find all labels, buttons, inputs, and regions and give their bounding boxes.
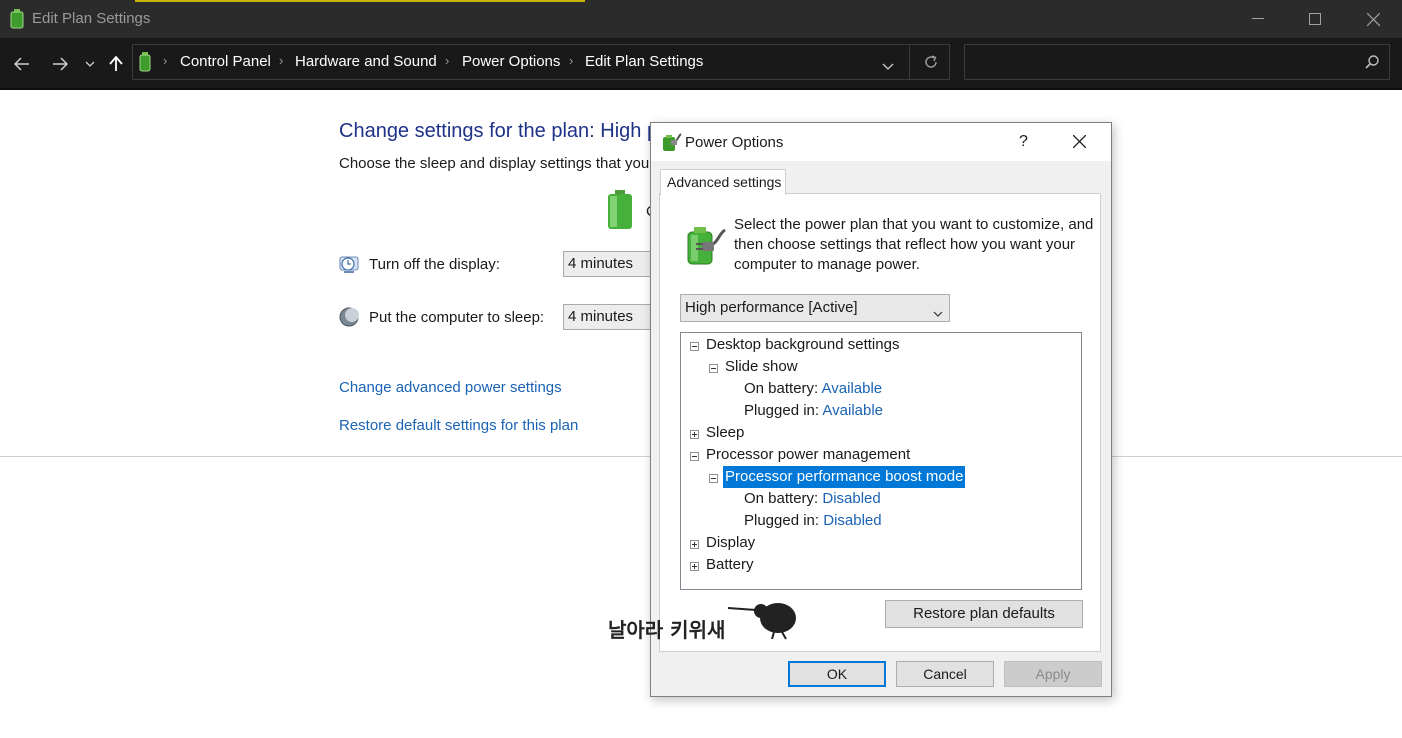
tree-item-slide-show[interactable]: Slide show bbox=[725, 356, 798, 378]
battery-icon bbox=[139, 52, 151, 77]
setting-value[interactable]: Available bbox=[822, 402, 883, 419]
maximize-icon bbox=[1309, 13, 1321, 25]
power-plug-icon bbox=[682, 224, 726, 271]
setting-value[interactable]: Available bbox=[822, 380, 883, 397]
recent-locations-button[interactable] bbox=[78, 51, 102, 77]
minimize-button[interactable] bbox=[1235, 0, 1281, 38]
collapse-icon[interactable] bbox=[709, 474, 718, 483]
nav-divider bbox=[0, 88, 1402, 90]
power-plug-icon bbox=[660, 132, 682, 157]
back-button[interactable] bbox=[9, 51, 35, 77]
close-icon bbox=[1072, 134, 1087, 149]
expand-icon[interactable] bbox=[690, 430, 699, 439]
breadcrumb-separator: › bbox=[163, 53, 168, 68]
collapse-icon[interactable] bbox=[690, 452, 699, 461]
setting-label: On battery: bbox=[744, 380, 819, 397]
chevron-down-icon bbox=[882, 63, 894, 70]
chevron-down-icon bbox=[933, 304, 943, 321]
breadcrumb-separator: › bbox=[445, 53, 450, 68]
refresh-icon bbox=[925, 55, 937, 68]
title-bar: Edit Plan Settings bbox=[0, 0, 1402, 38]
dialog-intro-text: Select the power plan that you want to c… bbox=[734, 216, 1094, 273]
tree-item-plugged-in[interactable]: Plugged in: Available bbox=[744, 400, 883, 422]
ok-button[interactable]: OK bbox=[788, 661, 886, 687]
close-button[interactable] bbox=[1350, 0, 1396, 38]
turn-off-display-select[interactable]: 4 minutes bbox=[563, 251, 663, 277]
window-title: Edit Plan Settings bbox=[32, 10, 151, 27]
setting-label: Plugged in: bbox=[744, 512, 820, 529]
change-advanced-power-settings-link[interactable]: Change advanced power settings bbox=[339, 379, 562, 396]
kiwi-bird-icon bbox=[726, 596, 798, 645]
tree-item-desktop-background[interactable]: Desktop background settings bbox=[706, 334, 899, 356]
address-divider bbox=[909, 45, 910, 79]
power-plan-select[interactable]: High performance [Active] bbox=[680, 294, 950, 322]
page-title: Change settings for the plan: High p bbox=[339, 120, 659, 142]
apply-button[interactable]: Apply bbox=[1004, 661, 1102, 687]
watermark: 날아라 키위새 bbox=[608, 596, 798, 642]
tree-item-on-battery[interactable]: On battery: Disabled bbox=[744, 488, 881, 510]
collapse-icon[interactable] bbox=[709, 364, 718, 373]
tree-item-battery[interactable]: Battery bbox=[706, 554, 754, 576]
expand-icon[interactable] bbox=[690, 540, 699, 549]
dialog-title: Power Options bbox=[685, 134, 784, 151]
restore-default-settings-link[interactable]: Restore default settings for this plan bbox=[339, 417, 578, 434]
tree-item-processor-performance-boost-mode[interactable]: Processor performance boost mode bbox=[721, 465, 967, 489]
display-clock-icon bbox=[339, 254, 359, 279]
forward-button[interactable] bbox=[47, 51, 73, 77]
tab-advanced-settings[interactable]: Advanced settings bbox=[660, 169, 786, 195]
forward-arrow-icon bbox=[53, 57, 68, 71]
sleep-label: Put the computer to sleep: bbox=[369, 309, 545, 326]
setting-label: On battery: bbox=[744, 490, 819, 507]
advanced-settings-panel: Select the power plan that you want to c… bbox=[659, 193, 1101, 652]
address-bar[interactable]: › Control Panel › Hardware and Sound › P… bbox=[132, 44, 950, 80]
page-subtitle: Choose the sleep and display settings th… bbox=[339, 155, 661, 172]
sleep-select[interactable]: 4 minutes bbox=[563, 304, 663, 330]
breadcrumb-separator: › bbox=[279, 53, 284, 68]
breadcrumb-hardware-and-sound[interactable]: Hardware and Sound bbox=[295, 53, 437, 70]
breadcrumb-separator: › bbox=[569, 53, 574, 68]
tree-item-processor-power-management[interactable]: Processor power management bbox=[706, 444, 910, 466]
expand-icon[interactable] bbox=[690, 562, 699, 571]
restore-plan-defaults-button[interactable]: Restore plan defaults bbox=[885, 600, 1083, 628]
tree-item-display[interactable]: Display bbox=[706, 532, 755, 554]
cancel-button[interactable]: Cancel bbox=[896, 661, 994, 687]
tree-item-plugged-in[interactable]: Plugged in: Disabled bbox=[744, 510, 882, 532]
battery-icon bbox=[606, 190, 634, 235]
minimize-icon bbox=[1252, 18, 1264, 19]
breadcrumb-edit-plan-settings[interactable]: Edit Plan Settings bbox=[585, 53, 703, 70]
battery-icon bbox=[10, 9, 24, 34]
close-icon bbox=[1366, 12, 1380, 26]
setting-value[interactable]: Disabled bbox=[823, 512, 881, 529]
refresh-button[interactable] bbox=[923, 54, 939, 75]
turn-off-display-label: Turn off the display: bbox=[369, 256, 500, 273]
tree-item-on-battery[interactable]: On battery: Available bbox=[744, 378, 882, 400]
help-button[interactable]: ? bbox=[1019, 133, 1028, 151]
up-button[interactable] bbox=[103, 51, 129, 77]
navigation-bar: › Control Panel › Hardware and Sound › P… bbox=[0, 38, 1402, 88]
dialog-close-button[interactable] bbox=[1072, 134, 1087, 153]
address-dropdown-button[interactable] bbox=[882, 57, 894, 75]
setting-label: Plugged in: bbox=[744, 402, 820, 419]
collapse-icon[interactable] bbox=[690, 342, 699, 351]
title-accent bbox=[135, 0, 585, 2]
watermark-text: 날아라 키위새 bbox=[608, 618, 726, 642]
search-icon bbox=[1365, 55, 1379, 74]
up-arrow-icon bbox=[109, 56, 123, 71]
power-plan-select-value: High performance [Active] bbox=[685, 299, 858, 316]
tree-item-sleep[interactable]: Sleep bbox=[706, 422, 744, 444]
back-arrow-icon bbox=[14, 57, 29, 71]
search-input[interactable] bbox=[964, 44, 1390, 80]
settings-tree[interactable]: Desktop background settings Slide show O… bbox=[680, 332, 1082, 590]
chevron-down-icon bbox=[85, 61, 95, 67]
setting-value[interactable]: Disabled bbox=[822, 490, 880, 507]
breadcrumb-power-options[interactable]: Power Options bbox=[462, 53, 560, 70]
maximize-button[interactable] bbox=[1292, 0, 1338, 38]
breadcrumb-control-panel[interactable]: Control Panel bbox=[180, 53, 271, 70]
dialog-title-bar: Power Options ? bbox=[651, 123, 1111, 161]
moon-icon bbox=[339, 307, 359, 332]
